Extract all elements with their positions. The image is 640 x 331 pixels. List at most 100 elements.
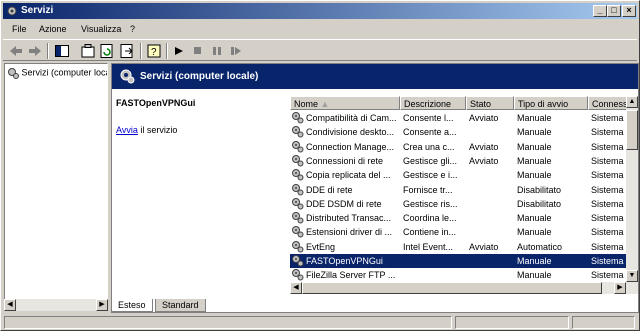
pause-service-button[interactable] bbox=[209, 43, 225, 59]
scroll-right-arrow-icon[interactable]: ▶ bbox=[96, 299, 108, 311]
restart-service-button[interactable] bbox=[228, 43, 244, 59]
cell-name: Distributed Transac... bbox=[306, 213, 392, 224]
cell-desc: Fornisce tr... bbox=[403, 184, 453, 195]
tab-standard[interactable]: Standard bbox=[155, 299, 206, 312]
column-header-description[interactable]: Descrizione bbox=[400, 96, 466, 110]
column-header-state[interactable]: Stato bbox=[466, 96, 514, 110]
scroll-up-arrow-icon[interactable]: ▲ bbox=[626, 96, 638, 108]
gears-icon bbox=[292, 269, 304, 281]
forward-button[interactable] bbox=[27, 43, 43, 59]
table-row[interactable]: Connection Manage... Crea una c... Avviato… bbox=[290, 140, 628, 154]
cell-name: Copia replicata del ... bbox=[306, 170, 391, 181]
toolbar-separator bbox=[166, 43, 168, 59]
cell-start: Manuale bbox=[517, 213, 552, 224]
properties-button[interactable] bbox=[80, 43, 96, 59]
cell-start: Manuale bbox=[517, 141, 552, 152]
svg-text:?: ? bbox=[151, 47, 157, 58]
services-list[interactable]: Nome ▲ Descrizione Stato Tipo di avvio C… bbox=[290, 96, 628, 294]
cell-conn: Sistema bbox=[591, 170, 624, 181]
tree-horizontal-scrollbar[interactable]: ◀ ▶ bbox=[4, 299, 108, 311]
gears-icon bbox=[292, 140, 304, 153]
pause-icon bbox=[213, 47, 221, 55]
cell-desc: Gestisce ris... bbox=[403, 198, 458, 209]
scroll-thumb[interactable] bbox=[302, 282, 602, 294]
menu-azione[interactable]: Azione bbox=[39, 24, 67, 34]
export-list-button[interactable] bbox=[119, 43, 135, 59]
maximize-button[interactable]: □ bbox=[607, 5, 621, 17]
column-header-name[interactable]: Nome ▲ bbox=[290, 96, 400, 110]
menu-visualizza[interactable]: Visualizza bbox=[81, 24, 121, 34]
gears-icon bbox=[292, 226, 304, 238]
tab-esteso[interactable]: Esteso bbox=[111, 299, 153, 312]
list-horizontal-scrollbar[interactable]: ◀ ▶ bbox=[290, 282, 626, 294]
gears-icon bbox=[292, 154, 304, 167]
cell-state: Avviato bbox=[469, 141, 499, 152]
back-arrow-icon bbox=[10, 46, 22, 56]
help-button[interactable]: ? bbox=[146, 43, 162, 59]
start-service-button[interactable] bbox=[171, 43, 187, 59]
cell-state: Avviato bbox=[469, 155, 499, 166]
pane-title: Servizi (computer locale) bbox=[140, 71, 259, 82]
status-panel bbox=[4, 316, 452, 329]
minimize-button[interactable]: _ bbox=[593, 5, 607, 17]
cell-name: Connessioni di rete bbox=[306, 155, 384, 166]
tree-item-services[interactable]: Servizi (computer locale) bbox=[7, 67, 107, 79]
column-header-startup[interactable]: Tipo di avvio bbox=[514, 96, 588, 110]
column-header-logon[interactable]: Connessione bbox=[588, 96, 628, 110]
show-hide-tree-button[interactable] bbox=[54, 43, 70, 59]
scroll-right-arrow-icon[interactable]: ▶ bbox=[614, 282, 626, 294]
cell-conn: Sistema bbox=[591, 270, 624, 281]
console-tree[interactable]: Servizi (computer locale) bbox=[4, 63, 108, 311]
close-button[interactable]: × bbox=[622, 5, 636, 17]
scroll-left-arrow-icon[interactable]: ◀ bbox=[290, 282, 302, 294]
cell-start: Manuale bbox=[517, 227, 552, 238]
cell-desc: Consente a... bbox=[403, 127, 457, 138]
table-row[interactable]: Estensioni driver di ... Contiene in... Ma… bbox=[290, 225, 628, 239]
table-row[interactable]: Connessioni di rete Gestisce gli... Avviat… bbox=[290, 154, 628, 168]
cell-start: Manuale bbox=[517, 127, 552, 138]
table-row[interactable]: DDE di rete Fornisce tr... Disabilitato Sis… bbox=[290, 183, 628, 197]
table-row[interactable]: DDE DSDM di rete Gestisce ris... Disabilit… bbox=[290, 197, 628, 211]
table-row[interactable]: FASTOpenVPNGui Manuale Sistema bbox=[290, 254, 628, 268]
export-icon bbox=[120, 44, 133, 58]
scroll-left-arrow-icon[interactable]: ◀ bbox=[4, 299, 16, 311]
services-window: Servizi _ □ × File Azione Visualizza ? ?… bbox=[0, 0, 640, 331]
cell-name: EvtEng bbox=[306, 241, 336, 252]
cell-start: Manuale bbox=[517, 256, 552, 266]
cell-start: Manuale bbox=[517, 270, 552, 281]
cell-desc: Consente l... bbox=[403, 113, 454, 123]
gears-icon bbox=[292, 183, 304, 195]
table-row[interactable]: FileZilla Server FTP ... Manuale Sistema bbox=[290, 268, 628, 282]
toolbar: ? bbox=[3, 39, 637, 61]
selected-service-name: FASTOpenVPNGui bbox=[116, 98, 196, 108]
table-row[interactable]: Compatibilità di Cam... Consente l... Avvi… bbox=[290, 111, 628, 125]
table-row[interactable]: Copia replicata del ... Gestisce e i... Ma… bbox=[290, 168, 628, 182]
cell-start: Manuale bbox=[517, 170, 552, 181]
table-row[interactable]: Distributed Transac... Coordina le... Manu… bbox=[290, 211, 628, 225]
back-button[interactable] bbox=[8, 43, 24, 59]
cell-name: Compatibilità di Cam... bbox=[306, 113, 397, 123]
services-icon bbox=[7, 6, 17, 16]
cell-name: DDE DSDM di rete bbox=[306, 198, 382, 209]
list-vertical-scrollbar[interactable]: ▲ ▼ bbox=[626, 96, 638, 294]
cell-desc: Gestisce gli... bbox=[403, 155, 458, 166]
gears-icon bbox=[292, 126, 304, 138]
tree-item-label: Servizi (computer locale) bbox=[21, 67, 107, 78]
start-service-link[interactable]: Avvia bbox=[116, 125, 138, 135]
scroll-down-arrow-icon[interactable]: ▼ bbox=[626, 270, 638, 282]
gears-icon bbox=[8, 68, 19, 79]
scroll-thumb[interactable] bbox=[626, 110, 638, 150]
cell-name: Connection Manage... bbox=[306, 141, 395, 152]
menu-help[interactable]: ? bbox=[130, 24, 135, 34]
toolbar-separator bbox=[47, 43, 49, 59]
refresh-button[interactable] bbox=[99, 43, 115, 59]
cell-state: Avviato bbox=[469, 241, 499, 252]
table-row[interactable]: Condivisione deskto... Consente a... Manua… bbox=[290, 125, 628, 139]
cell-desc: Intel Event... bbox=[403, 241, 454, 252]
table-row[interactable]: EvtEng Intel Event... Avviato Automatico Sis… bbox=[290, 240, 628, 254]
console-tree-icon bbox=[55, 45, 69, 57]
title-bar[interactable]: Servizi _ □ × bbox=[3, 3, 637, 19]
cell-start: Manuale bbox=[517, 155, 552, 166]
stop-service-button[interactable] bbox=[190, 43, 206, 59]
menu-file[interactable]: File bbox=[12, 24, 27, 34]
